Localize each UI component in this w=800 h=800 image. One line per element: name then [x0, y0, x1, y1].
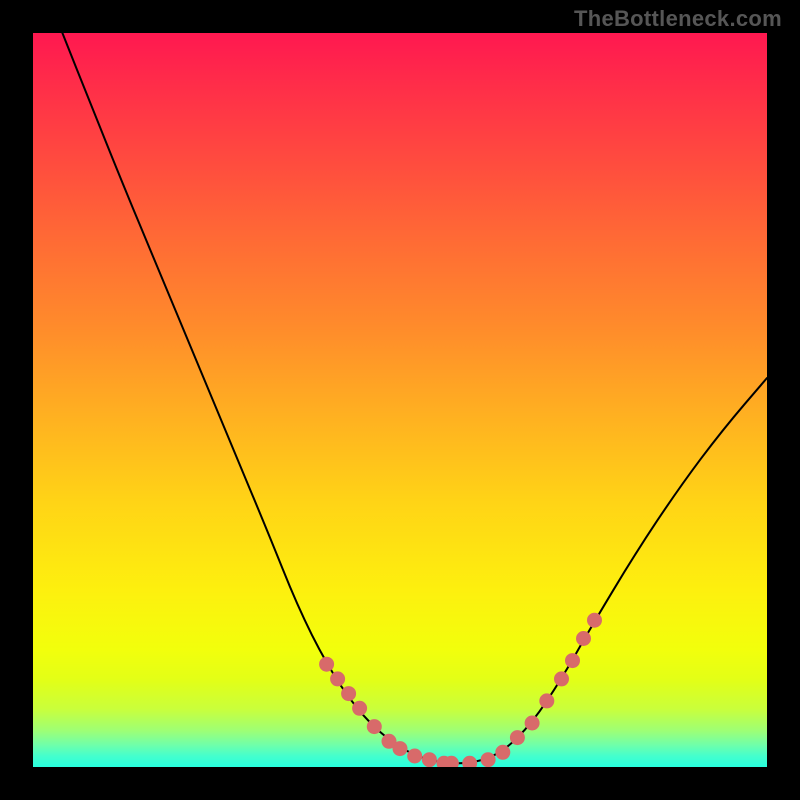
chart-frame: TheBottleneck.com [0, 0, 800, 800]
highlight-dot [393, 742, 407, 756]
bottleneck-curve [62, 33, 767, 763]
highlight-dot [408, 749, 422, 763]
highlight-dot [496, 745, 510, 759]
highlight-dot [525, 716, 539, 730]
highlight-dot [367, 720, 381, 734]
highlight-dot [540, 694, 554, 708]
chart-svg [33, 33, 767, 767]
watermark-text: TheBottleneck.com [574, 6, 782, 32]
highlight-dot [342, 687, 356, 701]
highlight-dot [353, 701, 367, 715]
highlight-dot [481, 753, 495, 767]
highlight-dot [320, 657, 334, 671]
highlight-dot [331, 672, 345, 686]
highlight-dot [555, 672, 569, 686]
highlight-dot [510, 731, 524, 745]
highlight-dot [444, 756, 458, 767]
highlight-dot [577, 632, 591, 646]
highlight-dot [463, 756, 477, 767]
highlight-dot [422, 753, 436, 767]
highlight-dot [588, 613, 602, 627]
highlight-dots-group [320, 613, 602, 767]
plot-area [33, 33, 767, 767]
highlight-dot [566, 654, 580, 668]
